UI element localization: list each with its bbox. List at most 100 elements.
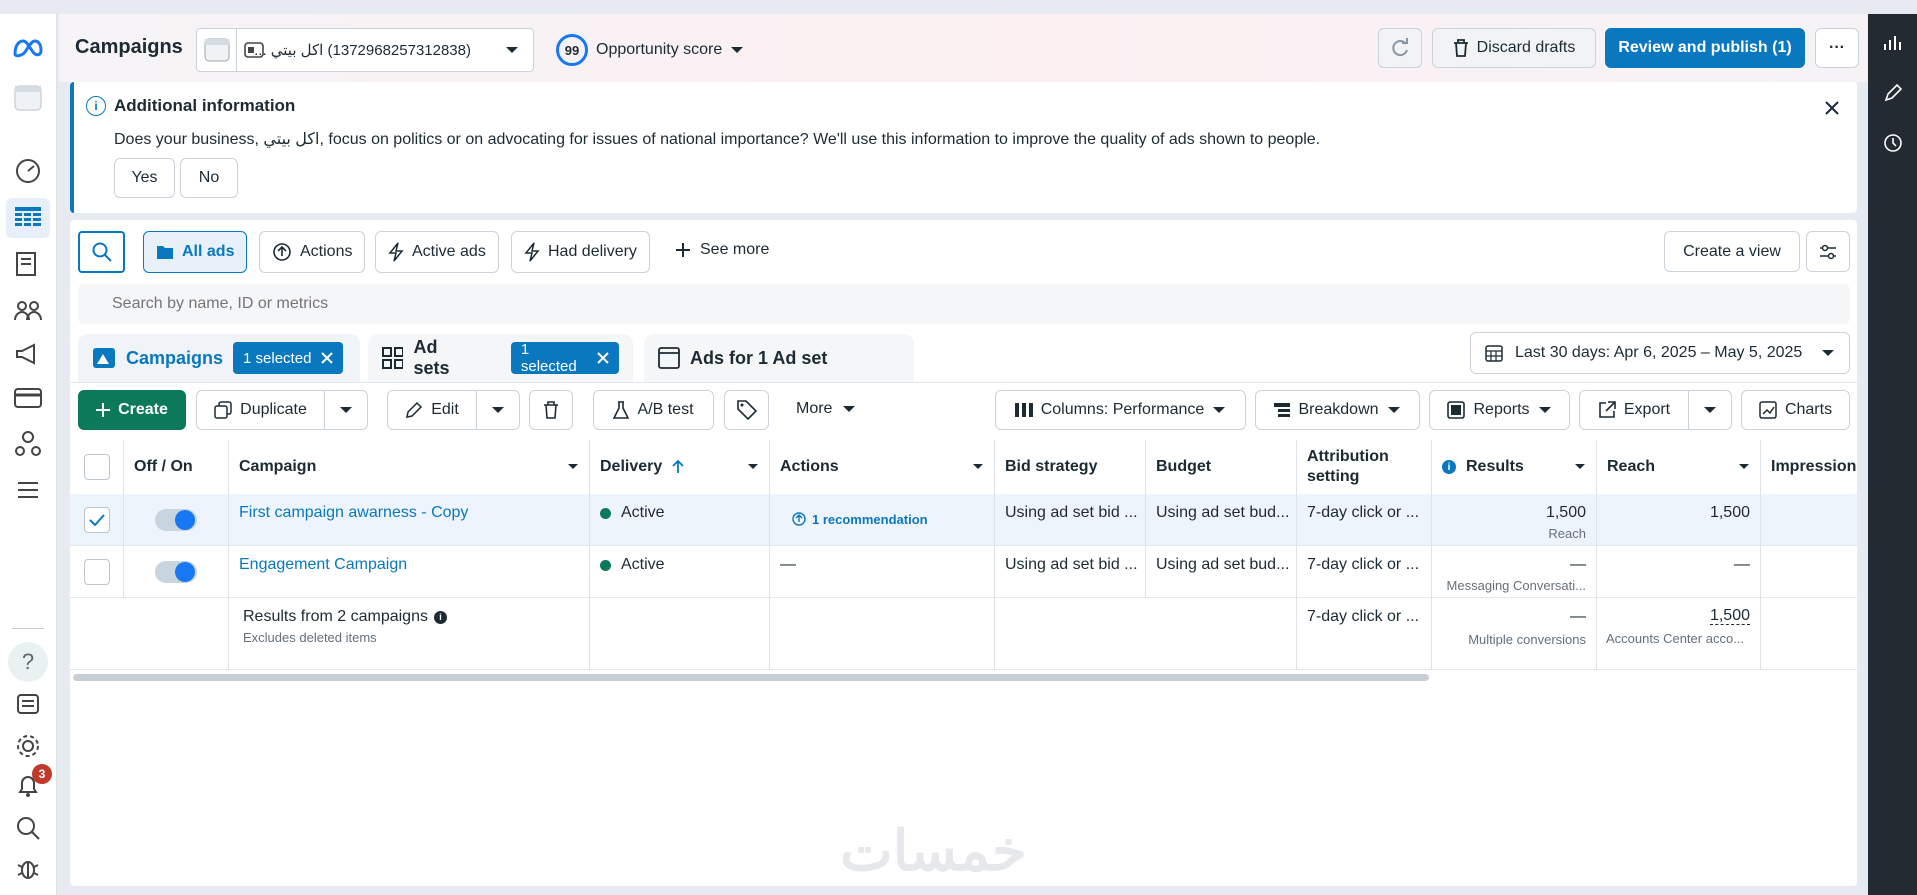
sort-dropdown-icon[interactable]	[1574, 463, 1586, 471]
see-more-filters-button[interactable]: See more	[676, 241, 769, 259]
charts-button[interactable]: Charts	[1741, 390, 1850, 430]
opportunity-score[interactable]: 99 Opportunity score	[556, 33, 744, 67]
refresh-button[interactable]	[1378, 28, 1422, 68]
breakdown-button[interactable]: Breakdown	[1255, 390, 1420, 430]
column-attribution[interactable]: Attribution setting	[1297, 440, 1432, 494]
filter-had-delivery[interactable]: Had delivery	[511, 231, 650, 273]
ads-manager-icon[interactable]	[6, 198, 50, 238]
tag-icon	[736, 400, 757, 420]
account-overview-icon[interactable]	[12, 82, 44, 114]
export-button[interactable]: Export	[1579, 390, 1689, 430]
duplicate-dropdown-button[interactable]	[324, 390, 368, 430]
chevron-down-icon	[1538, 406, 1551, 413]
business-tools-icon[interactable]	[12, 428, 44, 460]
column-off-on[interactable]: Off / On	[124, 440, 229, 494]
more-actions-button[interactable]: More	[796, 400, 856, 418]
history-clock-icon[interactable]	[1880, 130, 1906, 156]
export-dropdown-button[interactable]	[1688, 390, 1732, 430]
page-title: Campaigns	[75, 36, 183, 58]
flask-icon	[613, 401, 630, 419]
edit-button[interactable]: Edit	[387, 390, 477, 430]
search-toggle-button[interactable]	[78, 231, 125, 273]
filter-actions[interactable]: Actions	[259, 231, 366, 273]
columns-button[interactable]: Columns: Performance	[995, 390, 1246, 430]
impressions-cell	[1761, 494, 1857, 546]
search-nav-icon[interactable]	[12, 812, 44, 844]
row-checkbox[interactable]	[83, 507, 110, 533]
export-label: Export	[1623, 401, 1671, 418]
create-view-label: Create a view	[1683, 242, 1781, 260]
settings-gear-icon[interactable]	[12, 730, 44, 762]
ab-test-button[interactable]: A/B test	[593, 390, 714, 430]
column-campaign[interactable]: Campaign	[229, 440, 590, 494]
column-reach[interactable]: Reach	[1597, 440, 1761, 494]
sort-dropdown-icon[interactable]	[567, 463, 579, 471]
impressions-cell	[1761, 546, 1857, 598]
campaign-name-link[interactable]: Engagement Campaign	[239, 556, 407, 598]
sort-dropdown-icon[interactable]	[972, 463, 984, 471]
info-icon[interactable]: i	[433, 610, 447, 624]
tab-ads[interactable]: Ads for 1 Ad set	[644, 334, 914, 382]
more-options-button[interactable]: ···	[1815, 28, 1859, 68]
adsets-selected-badge[interactable]: 1 selected	[510, 341, 619, 375]
column-bid-strategy[interactable]: Bid strategy	[995, 440, 1146, 494]
create-button[interactable]: Create	[78, 390, 186, 430]
help-icon[interactable]: ?	[8, 642, 48, 682]
dashboard-icon[interactable]	[12, 155, 44, 187]
select-all-checkbox[interactable]	[83, 454, 110, 480]
column-budget[interactable]: Budget	[1146, 440, 1297, 494]
filter-active-ads[interactable]: Active ads	[375, 231, 499, 273]
search-input[interactable]	[112, 295, 712, 313]
close-icon[interactable]	[321, 352, 334, 364]
reports-icon[interactable]	[12, 688, 44, 720]
view-settings-button[interactable]	[1806, 231, 1850, 272]
pages-icon[interactable]	[12, 248, 44, 280]
campaign-toggle[interactable]	[155, 561, 197, 583]
billing-card-icon[interactable]	[12, 382, 44, 414]
more-label: More	[796, 400, 833, 417]
column-actions[interactable]: Actions	[770, 440, 995, 494]
column-delivery[interactable]: Delivery	[590, 440, 770, 494]
select-all-column	[70, 440, 124, 494]
sort-dropdown-icon[interactable]	[1738, 463, 1750, 471]
account-selector[interactable]: (1372968257312838) اكل بيتي ...	[196, 28, 534, 72]
budget-cell: Using ad set bud...	[1146, 494, 1297, 546]
close-icon[interactable]	[597, 352, 609, 364]
row-checkbox[interactable]	[83, 559, 110, 585]
insights-chart-icon[interactable]	[1880, 30, 1906, 56]
column-impressions[interactable]: Impressions	[1761, 440, 1857, 494]
tag-button[interactable]	[724, 390, 769, 430]
reports-button[interactable]: Reports	[1429, 390, 1570, 430]
close-banner-icon[interactable]	[1820, 96, 1844, 120]
recommendation-link[interactable]: 1 recommendation	[812, 512, 928, 546]
duplicate-button[interactable]: Duplicate	[196, 390, 325, 430]
answer-no-button[interactable]: No	[180, 158, 238, 198]
horizontal-scrollbar[interactable]	[73, 674, 1429, 681]
answer-yes-button[interactable]: Yes	[114, 158, 175, 198]
campaigns-selected-badge[interactable]: 1 selected	[233, 342, 344, 374]
tab-campaigns[interactable]: Campaigns 1 selected	[78, 334, 360, 382]
search-bar[interactable]	[78, 284, 1850, 324]
audiences-icon[interactable]	[12, 294, 44, 326]
meta-logo-icon[interactable]	[12, 32, 44, 64]
search-icon	[92, 242, 112, 262]
create-view-button[interactable]: Create a view	[1664, 231, 1800, 272]
filter-all-ads[interactable]: All ads	[143, 231, 248, 273]
bug-report-icon[interactable]	[12, 852, 44, 884]
edit-dropdown-button[interactable]	[476, 390, 520, 430]
delete-button[interactable]	[529, 390, 573, 430]
header-attribution: Attribution setting	[1307, 448, 1389, 485]
column-results[interactable]: i Results	[1432, 440, 1597, 494]
edit-pencil-icon[interactable]	[1880, 80, 1906, 106]
campaign-toggle[interactable]	[155, 509, 197, 531]
megaphone-icon[interactable]	[12, 338, 44, 370]
review-publish-button[interactable]: Review and publish (1)	[1605, 28, 1805, 68]
menu-icon[interactable]	[12, 474, 44, 506]
reports-book-icon	[1447, 401, 1466, 419]
discard-drafts-button[interactable]: Discard drafts	[1432, 28, 1596, 68]
campaign-name-link[interactable]: First campaign awarness - Copy	[239, 504, 468, 546]
tab-ad-sets[interactable]: Ad sets 1 selected	[368, 334, 633, 382]
sort-dropdown-icon[interactable]	[747, 463, 759, 471]
info-icon[interactable]: i	[1442, 460, 1456, 474]
date-range-picker[interactable]: Last 30 days: Apr 6, 2025 – May 5, 2025	[1470, 332, 1850, 374]
